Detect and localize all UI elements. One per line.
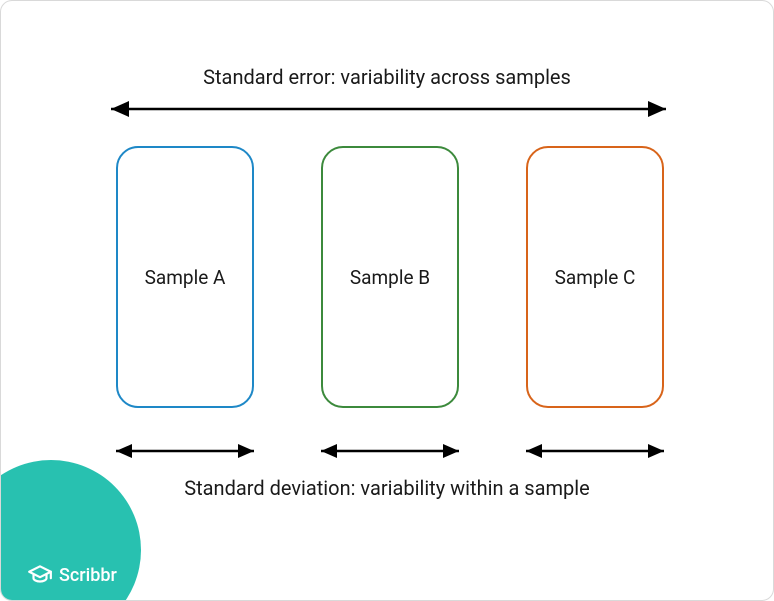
sample-b-box: Sample B (321, 146, 459, 408)
brand-name: Scribbr (59, 565, 117, 586)
sample-b-label: Sample B (350, 266, 430, 289)
diagram-frame: Standard error: variability across sampl… (0, 0, 774, 601)
sample-c-box: Sample C (526, 146, 664, 408)
bottom-arrows (1, 439, 774, 463)
top-caption: Standard error: variability across sampl… (1, 65, 773, 89)
top-double-arrow (1, 97, 774, 121)
sample-a-box: Sample A (116, 146, 254, 408)
sample-a-label: Sample A (145, 266, 226, 289)
graduation-cap-icon (27, 562, 53, 588)
sample-c-label: Sample C (555, 266, 636, 289)
brand-logo: Scribbr (27, 562, 117, 588)
